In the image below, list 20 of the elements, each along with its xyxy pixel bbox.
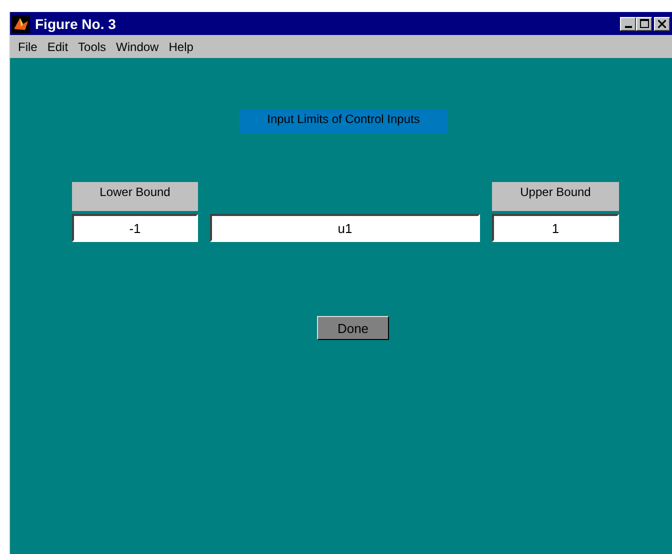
upper-bound-field[interactable]: 1 xyxy=(492,214,619,242)
menu-item[interactable]: Edit xyxy=(42,40,74,54)
upper-bound-label: Upper Bound xyxy=(492,182,619,211)
done-button[interactable]: Done xyxy=(317,316,389,340)
app-icon xyxy=(12,14,30,32)
close-button[interactable] xyxy=(654,16,670,30)
maximize-button[interactable] xyxy=(636,16,652,30)
input-name-field[interactable]: u1 xyxy=(210,214,480,242)
menu-item[interactable]: Tools xyxy=(73,40,112,54)
menu-item[interactable]: File xyxy=(13,40,42,54)
minimize-icon xyxy=(624,26,632,28)
close-icon xyxy=(658,20,666,28)
menu-item[interactable]: Window xyxy=(111,40,164,54)
lower-bound-field[interactable]: -1 xyxy=(72,214,198,242)
minimize-button[interactable] xyxy=(620,16,636,30)
window-title: Figure No. 3 xyxy=(35,16,117,32)
panel-heading: Input Limits of Control Inputs xyxy=(239,109,448,133)
lower-bound-label: Lower Bound xyxy=(72,182,198,211)
maximize-icon xyxy=(640,19,648,28)
menu-item[interactable]: Help xyxy=(164,40,198,54)
